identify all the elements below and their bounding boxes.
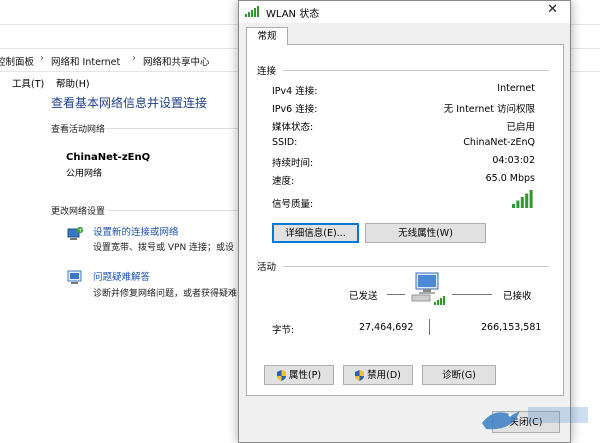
ssid-label: SSID: — [272, 137, 298, 148]
divider — [108, 210, 238, 211]
signal-quality-label: 信号质量: — [272, 199, 314, 210]
active-networks-label: 查看活动网络 — [51, 125, 106, 135]
details-button[interactable]: 详细信息(E)... — [272, 223, 359, 243]
received-line — [452, 294, 492, 295]
setup-connection-link[interactable]: 设置新的连接或网络 — [93, 224, 179, 238]
dialog-title: WLAN 状态 — [266, 9, 320, 20]
media-state-value: 已启用 — [506, 122, 535, 133]
activity-divider — [429, 319, 430, 335]
divider — [283, 266, 549, 267]
svg-text:+: + — [78, 227, 83, 234]
disable-button[interactable]: 禁用(D) — [343, 365, 413, 385]
speed-label: 速度: — [272, 176, 295, 187]
breadcrumb-separator-icon: › — [40, 53, 44, 64]
breadcrumb-network-internet[interactable]: 网络和 Internet — [51, 54, 120, 68]
troubleshoot-desc: 诊断并修复网络问题，或者获得疑难 — [93, 289, 238, 299]
menu-tools[interactable]: 工具(T) — [12, 76, 44, 90]
media-state-label: 媒体状态: — [272, 122, 314, 133]
general-panel: 连接 IPv4 连接: Internet IPv6 连接: 无 Internet… — [246, 44, 564, 396]
properties-button[interactable]: 属性(P) — [264, 365, 334, 385]
speed-value: 65.0 Mbps — [485, 173, 535, 184]
activity-group-label: 活动 — [257, 262, 277, 273]
breadcrumb-sharing-center[interactable]: 网络和共享中心 — [143, 54, 210, 68]
bytes-received-value: 266,153,581 — [481, 322, 542, 333]
duration-value: 04:03:02 — [492, 155, 535, 166]
signal-bar — [525, 193, 529, 208]
watermark-logo-icon — [482, 407, 588, 430]
network-name: ChinaNet-zEnQ — [66, 152, 151, 163]
divider — [106, 128, 238, 129]
divider — [283, 70, 549, 71]
dialog-titlebar: WLAN 状态 ✕ — [239, 1, 570, 23]
change-settings-label: 更改网络设置 — [51, 207, 106, 217]
new-connection-icon: + — [67, 226, 83, 240]
shield-icon — [355, 370, 365, 381]
troubleshoot-icon — [67, 270, 82, 284]
wlan-status-dialog: WLAN 状态 ✕ 常规 连接 IPv4 连接: Internet IPv6 连… — [238, 0, 571, 443]
sent-label: 已发送 — [349, 291, 378, 302]
signal-bar — [529, 190, 533, 208]
ipv4-value: Internet — [497, 83, 535, 94]
received-label: 已接收 — [503, 291, 532, 302]
setup-connection-desc: 设置宽带、拨号或 VPN 连接；或设 — [93, 243, 235, 253]
ipv6-value: 无 Internet 访问权限 — [443, 104, 535, 115]
ipv6-label: IPv6 连接: — [272, 104, 318, 115]
signal-icon — [245, 6, 259, 17]
tab-general[interactable]: 常规 — [246, 27, 288, 45]
breadcrumb-separator-icon: › — [132, 53, 136, 64]
network-computers-icon — [411, 272, 445, 305]
ipv4-label: IPv4 连接: — [272, 86, 318, 97]
close-icon[interactable]: ✕ — [547, 2, 558, 17]
network-type: 公用网络 — [66, 169, 103, 179]
connection-group-label: 连接 — [257, 66, 277, 77]
signal-bar — [512, 204, 515, 208]
bytes-label: 字节: — [272, 325, 295, 336]
duration-label: 持续时间: — [272, 158, 314, 169]
sent-line — [387, 294, 405, 295]
breadcrumb-control-panel[interactable]: 控制面板 — [0, 54, 34, 68]
bytes-sent-value: 27,464,692 — [359, 322, 414, 333]
signal-bar — [516, 200, 520, 208]
page-title: 查看基本网络信息并设置连接 — [51, 96, 208, 110]
diagnose-button[interactable]: 诊断(G) — [422, 365, 496, 385]
ssid-value: ChinaNet-zEnQ — [463, 137, 535, 148]
signal-bar — [520, 197, 524, 208]
menu-help[interactable]: 帮助(H) — [56, 76, 90, 90]
signal-quality-bars — [512, 190, 533, 208]
troubleshoot-link[interactable]: 问题疑难解答 — [93, 269, 150, 283]
shield-icon — [276, 370, 286, 381]
disable-button-label: 禁用(D) — [367, 370, 401, 381]
properties-button-label: 属性(P) — [288, 370, 322, 381]
wireless-properties-button[interactable]: 无线属性(W) — [365, 223, 486, 243]
